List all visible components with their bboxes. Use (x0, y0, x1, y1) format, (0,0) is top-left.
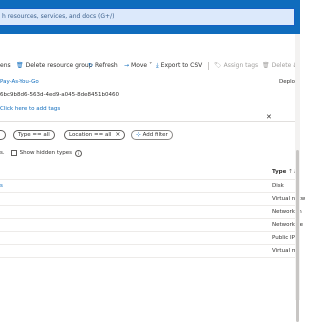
refresh-label: Refresh (95, 62, 118, 69)
table-row[interactable]: Public IP a (0, 231, 300, 245)
add-tags-link[interactable]: Click here to add tags (0, 106, 60, 112)
add-filter-icon: ⊹ (136, 132, 141, 138)
arrow-right-icon: → (124, 62, 130, 69)
toolbar-divider (208, 62, 209, 70)
close-icon[interactable]: × (115, 131, 120, 139)
export-csv-button[interactable]: ⤓ Export to CSV (156, 60, 202, 72)
type-column-header[interactable]: Type ↑↓ (272, 169, 298, 175)
columns-button[interactable]: ens (0, 60, 11, 72)
location-filter-label: Location == all (69, 132, 112, 138)
download-icon: ⤓ (156, 62, 159, 69)
command-toolbar: ens 🗑 Delete resource group ↻ Refresh → … (0, 60, 300, 72)
add-filter-label: Add filter (142, 132, 168, 138)
scrollbar-thumb[interactable] (296, 150, 299, 322)
table-header: Type ↑↓ (0, 166, 300, 178)
collapse-icon[interactable]: ✕ (266, 113, 272, 121)
chevron-down-icon: ˅ (149, 62, 153, 69)
location-filter-pill[interactable]: Location == all × (64, 130, 126, 140)
records-count: s. (0, 150, 5, 156)
delete-button[interactable]: 🗑 Delete (262, 60, 291, 72)
info-icon[interactable]: i (74, 149, 82, 157)
resource-type: Disk (272, 183, 284, 189)
delete-resource-group-button[interactable]: 🗑 Delete resource group (16, 60, 93, 72)
filter-input[interactable] (0, 130, 6, 140)
search-input[interactable]: h resources, services, and docs (G+/) (0, 8, 295, 26)
refresh-icon: ↻ (88, 62, 94, 69)
refresh-button[interactable]: ↻ Refresh (88, 60, 118, 72)
trash-icon: 🗑 (16, 62, 24, 69)
filter-bar: Type == all Location == all × ⊹ Add filt… (0, 130, 300, 142)
show-hidden-label: Show hidden types (19, 150, 72, 156)
add-filter-button[interactable]: ⊹ Add filter (131, 130, 173, 140)
move-label: Move (131, 62, 148, 69)
show-hidden-checkbox[interactable] (10, 150, 17, 156)
resource-name-link[interactable]: s (0, 183, 3, 189)
table-row[interactable]: s Disk (0, 179, 300, 193)
table-row[interactable]: Network se (0, 218, 303, 232)
assign-tags-label: Assign tags (223, 62, 259, 69)
show-hidden-row: s. Show hidden types i (0, 148, 82, 158)
vertical-scrollbar[interactable] (295, 34, 300, 322)
table-row[interactable]: Virtual ma (0, 244, 300, 258)
move-button[interactable]: → Move ˅ (124, 60, 152, 72)
table-row[interactable]: Network in (0, 205, 302, 219)
type-filter-label: Type == all (18, 132, 50, 138)
type-filter-pill[interactable]: Type == all (13, 130, 55, 140)
columns-label: ens (0, 62, 11, 69)
resource-type: Virtual netw (272, 196, 306, 202)
table-bottom-border (0, 257, 300, 259)
table-row[interactable]: Virtual netw (0, 192, 305, 206)
top-bar: h resources, services, and docs (G+/) (0, 0, 300, 34)
export-label: Export to CSV (160, 62, 203, 69)
trash-icon: 🗑 (262, 62, 270, 69)
divider (0, 121, 300, 122)
delete-label: Delete (271, 62, 292, 69)
delete-resource-group-label: Delete resource group (25, 62, 93, 69)
subscription-link[interactable]: Pay-As-You-Go (0, 79, 39, 85)
subscription-id: 6bc9b8d6-563d-4ed9-a045-8de8451b0460 (0, 92, 120, 98)
assign-tags-button[interactable]: 🏷 Assign tags (214, 60, 258, 72)
tag-icon: 🏷 (214, 62, 222, 69)
